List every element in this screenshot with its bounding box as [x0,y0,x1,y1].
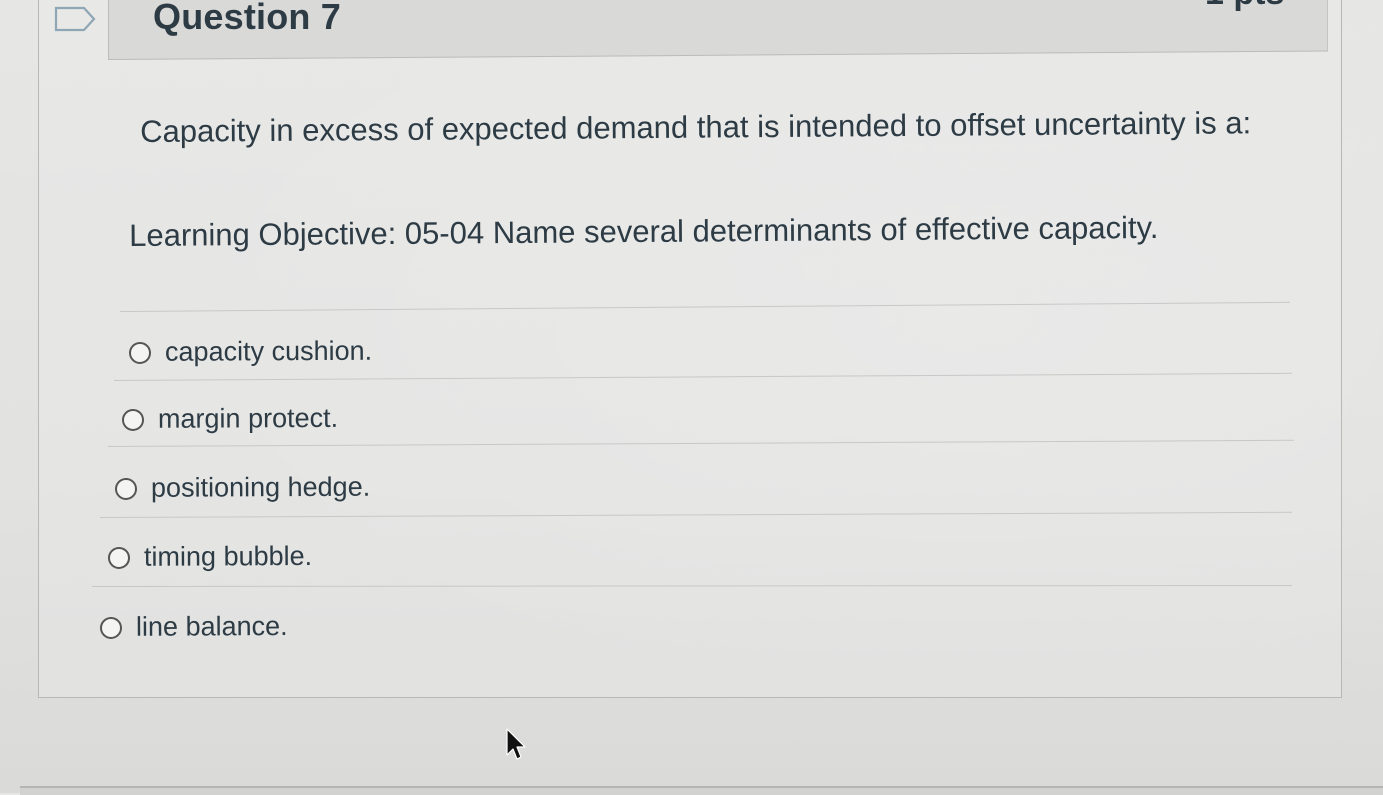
answer-option-4[interactable]: timing bubble. [107,540,313,573]
answer-label: margin protect. [157,402,339,434]
answer-option-1[interactable]: capacity cushion. [128,335,373,368]
answer-label: capacity cushion. [164,335,373,367]
answer-option-5[interactable]: line balance. [99,611,288,643]
points-label: 1 pts [1205,0,1284,13]
radio-button[interactable] [107,546,131,569]
mouse-pointer-icon [506,728,526,760]
answer-label: positioning hedge. [150,471,371,503]
flag-icon[interactable] [54,6,96,32]
question-text: Capacity in excess of expected demand th… [140,105,1252,149]
radio-button[interactable] [128,341,152,364]
answer-label: timing bubble. [143,540,313,572]
radio-button[interactable] [99,616,123,639]
question-title: Question 7 [153,0,342,37]
radio-button[interactable] [114,477,138,500]
radio-button[interactable] [121,408,145,431]
answer-option-2[interactable]: margin protect. [121,402,339,435]
answer-label: line balance. [135,611,288,642]
next-question-card-edge [20,786,1383,795]
answer-option-3[interactable]: positioning hedge. [114,471,371,504]
